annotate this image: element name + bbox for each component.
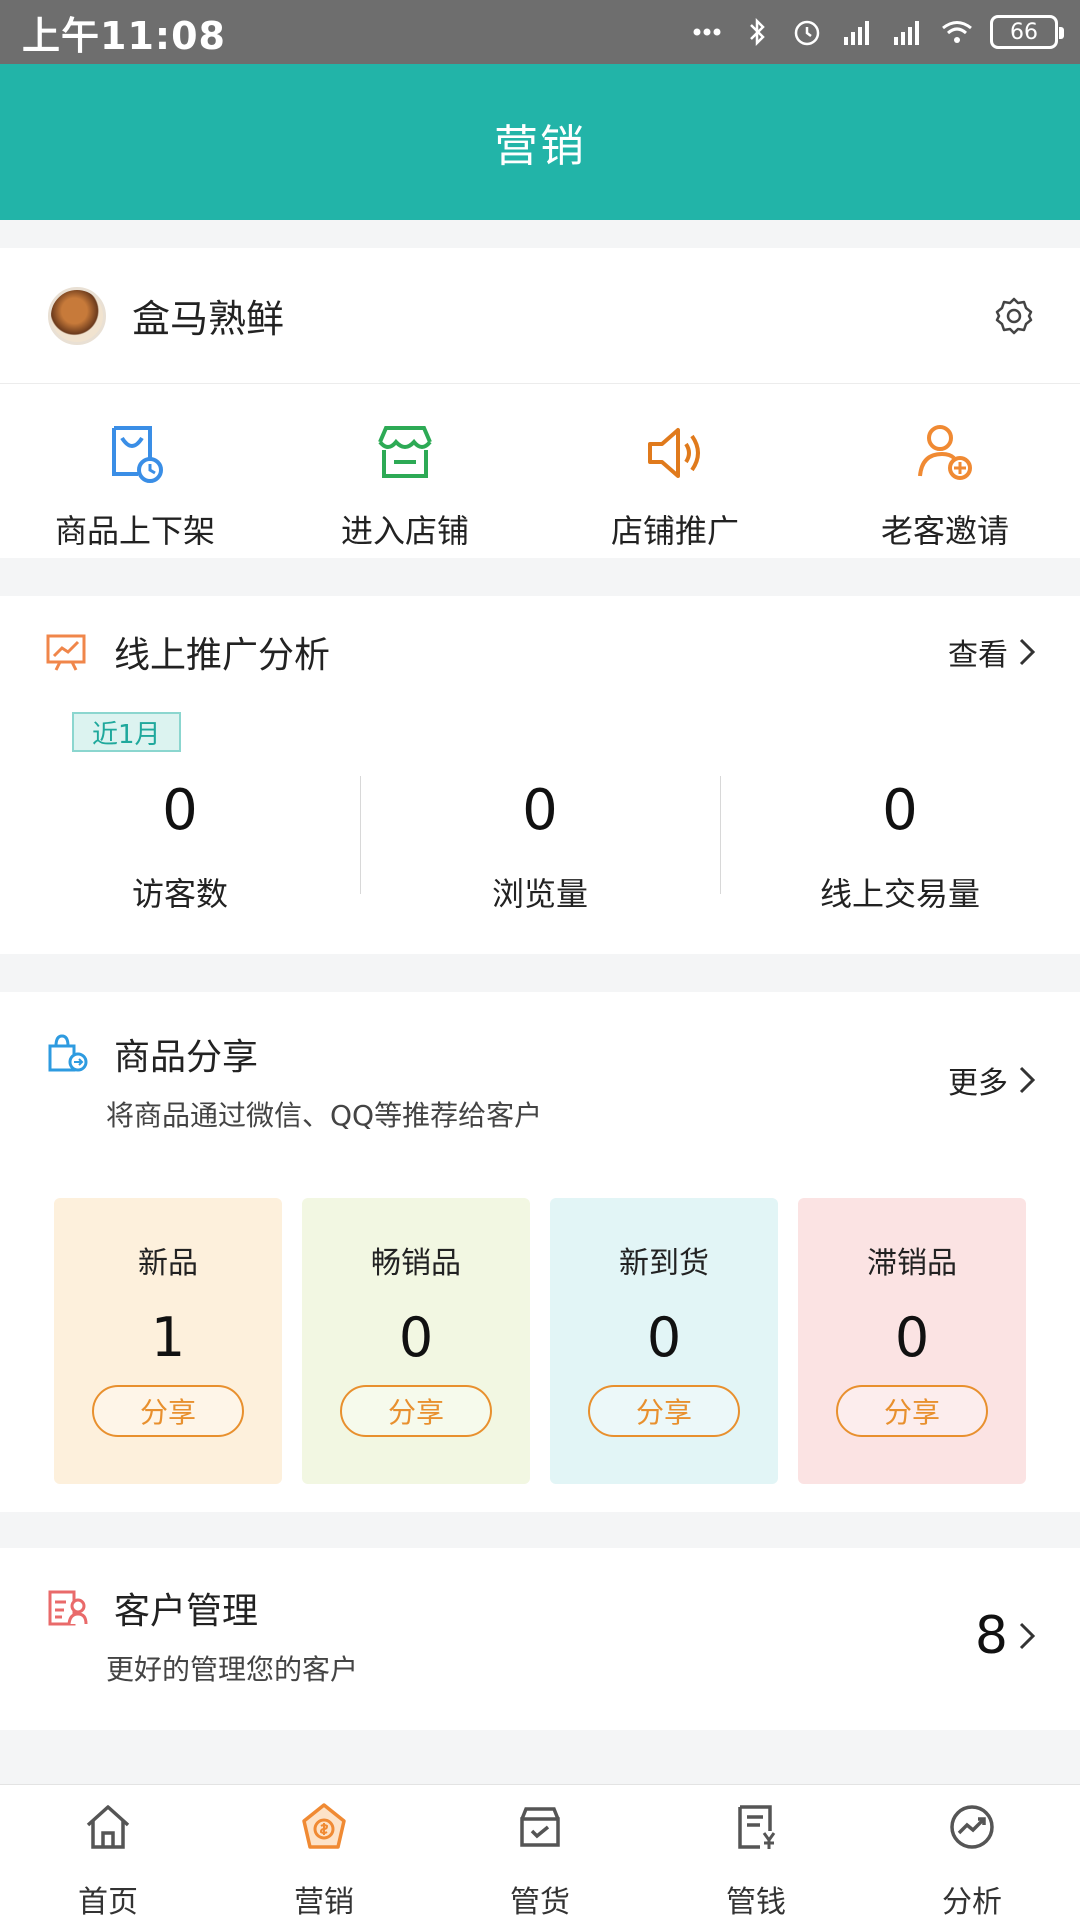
analysis-header: 线上推广分析 查看	[0, 596, 1080, 708]
share-button[interactable]: 分享	[340, 1385, 492, 1437]
tile-new-products[interactable]: 新品 1 分享	[54, 1198, 282, 1484]
view-label: 查看	[948, 638, 1008, 673]
status-bar: 上午11:08 66	[0, 0, 1080, 64]
share-bag-icon	[44, 1032, 88, 1076]
share-button[interactable]: 分享	[92, 1385, 244, 1437]
tile-name: 畅销品	[371, 1246, 461, 1281]
tile-count: 0	[398, 1306, 434, 1369]
app-header: 营销	[0, 64, 1080, 220]
analytics-icon	[946, 1801, 998, 1853]
tile-new-arrivals[interactable]: 新到货 0 分享	[550, 1198, 778, 1484]
metric-value: 0	[882, 778, 918, 843]
store-icon	[370, 418, 440, 488]
metric-value: 0	[162, 778, 198, 843]
shelf-icon	[100, 418, 170, 488]
tile-name: 滞销品	[867, 1246, 957, 1281]
status-icons: 66	[690, 15, 1064, 49]
action-label: 店铺推广	[610, 512, 739, 550]
metric-label: 浏览量	[491, 875, 588, 913]
analysis-chart-icon	[44, 630, 88, 674]
metric-pageviews: 0 浏览量	[360, 764, 720, 934]
nav-home[interactable]: 首页	[0, 1785, 216, 1920]
customer-header: 客户管理 更好的管理您的客户	[0, 1548, 1080, 1730]
action-shelf[interactable]: 商品上下架	[0, 386, 270, 558]
money-icon	[730, 1801, 782, 1853]
customer-title: 客户管理	[114, 1591, 259, 1632]
chevron-right-icon	[1018, 1065, 1036, 1095]
goods-icon	[514, 1801, 566, 1853]
store-avatar	[48, 286, 106, 345]
metric-label: 访客数	[131, 875, 228, 913]
share-title: 商品分享	[114, 1037, 259, 1078]
gear-icon[interactable]	[992, 294, 1036, 338]
tile-best-sellers[interactable]: 畅销品 0 分享	[302, 1198, 530, 1484]
nav-label: 首页	[78, 1885, 138, 1920]
more-label: 更多	[948, 1066, 1008, 1101]
chevron-right-icon	[1018, 1621, 1036, 1651]
status-time: 上午11:08	[22, 13, 226, 58]
metric-online-transactions: 0 线上交易量	[720, 764, 1080, 934]
nav-marketing[interactable]: 营销	[216, 1785, 432, 1920]
tile-slow-movers[interactable]: 滞销品 0 分享	[798, 1198, 1026, 1484]
nav-label: 管货	[510, 1885, 570, 1920]
tile-name: 新到货	[619, 1246, 709, 1281]
metric-visitors: 0 访客数	[0, 764, 360, 934]
wifi-icon	[940, 15, 974, 49]
share-button[interactable]: 分享	[588, 1385, 740, 1437]
more-dots-icon	[690, 15, 724, 49]
action-promote-store[interactable]: 店铺推广	[540, 386, 810, 558]
action-invite-customer[interactable]: 老客邀请	[810, 386, 1080, 558]
bottom-nav: 首页 营销 管货 管钱 分析	[0, 1784, 1080, 1920]
metric-value: 0	[522, 778, 558, 843]
signal-icon	[890, 15, 924, 49]
signal-hd-icon	[840, 15, 874, 49]
home-icon	[82, 1801, 134, 1853]
view-link[interactable]: 查看	[948, 630, 1036, 674]
store-name: 盒马熟鲜	[132, 297, 285, 341]
share-button[interactable]: 分享	[836, 1385, 988, 1437]
speaker-icon	[640, 418, 710, 488]
nav-label: 分析	[942, 1885, 1002, 1920]
more-link[interactable]: 更多	[948, 1058, 1036, 1102]
quick-actions: 商品上下架 进入店铺 店铺推广 老客邀请	[0, 386, 1080, 558]
store-card: 盒马熟鲜 商品上下架 进入店铺 店铺推广 老客邀请	[0, 248, 1080, 558]
customer-subtitle: 更好的管理您的客户	[106, 1653, 359, 1686]
action-label: 商品上下架	[54, 512, 215, 550]
action-enter-store[interactable]: 进入店铺	[270, 386, 540, 558]
customer-management-card[interactable]: 客户管理 更好的管理您的客户 8	[0, 1548, 1080, 1730]
marketing-screen: 上午11:08 66 营销 盒马熟鲜 商品上下架 进入店铺 店铺推广 老客邀请 …	[0, 0, 1080, 1920]
invite-user-icon	[910, 418, 980, 488]
period-tag[interactable]: 近1月	[72, 712, 181, 752]
customer-count: 8	[974, 1606, 1008, 1666]
share-subtitle: 将商品通过微信、QQ等推荐给客户	[106, 1099, 543, 1132]
chevron-right-icon	[1018, 637, 1036, 667]
battery-indicator: 66	[990, 15, 1064, 49]
tile-count: 0	[894, 1306, 930, 1369]
marketing-icon	[298, 1801, 350, 1853]
metric-label: 线上交易量	[819, 875, 980, 913]
share-tiles: 新品 1 分享 畅销品 0 分享 新到货 0 分享 滞销品 0 分享	[54, 1198, 1026, 1484]
bluetooth-icon	[740, 15, 774, 49]
action-label: 进入店铺	[340, 512, 469, 550]
tile-count: 0	[646, 1306, 682, 1369]
action-label: 老客邀请	[880, 512, 1009, 550]
nav-goods[interactable]: 管货	[432, 1785, 648, 1920]
tile-name: 新品	[138, 1246, 198, 1281]
promotion-analysis-card: 线上推广分析 查看 近1月 0 访客数 0 浏览量 0 线上交易量	[0, 596, 1080, 954]
alarm-icon	[790, 15, 824, 49]
page-title: 营销	[494, 121, 586, 172]
customer-list-icon	[44, 1586, 88, 1630]
nav-label: 营销	[294, 1885, 354, 1920]
share-header: 商品分享 将商品通过微信、QQ等推荐给客户	[0, 992, 1080, 1162]
nav-label: 管钱	[726, 1885, 786, 1920]
nav-analytics[interactable]: 分析	[864, 1785, 1080, 1920]
analysis-metrics: 0 访客数 0 浏览量 0 线上交易量	[0, 764, 1080, 934]
analysis-title: 线上推广分析	[114, 635, 331, 676]
nav-money[interactable]: 管钱	[648, 1785, 864, 1920]
customer-count-link[interactable]: 8	[975, 1606, 1036, 1666]
tile-count: 1	[150, 1306, 186, 1369]
store-row[interactable]: 盒马熟鲜	[0, 248, 1080, 384]
product-share-card: 商品分享 将商品通过微信、QQ等推荐给客户 更多 新品 1 分享 畅销品 0 分…	[0, 992, 1080, 1512]
